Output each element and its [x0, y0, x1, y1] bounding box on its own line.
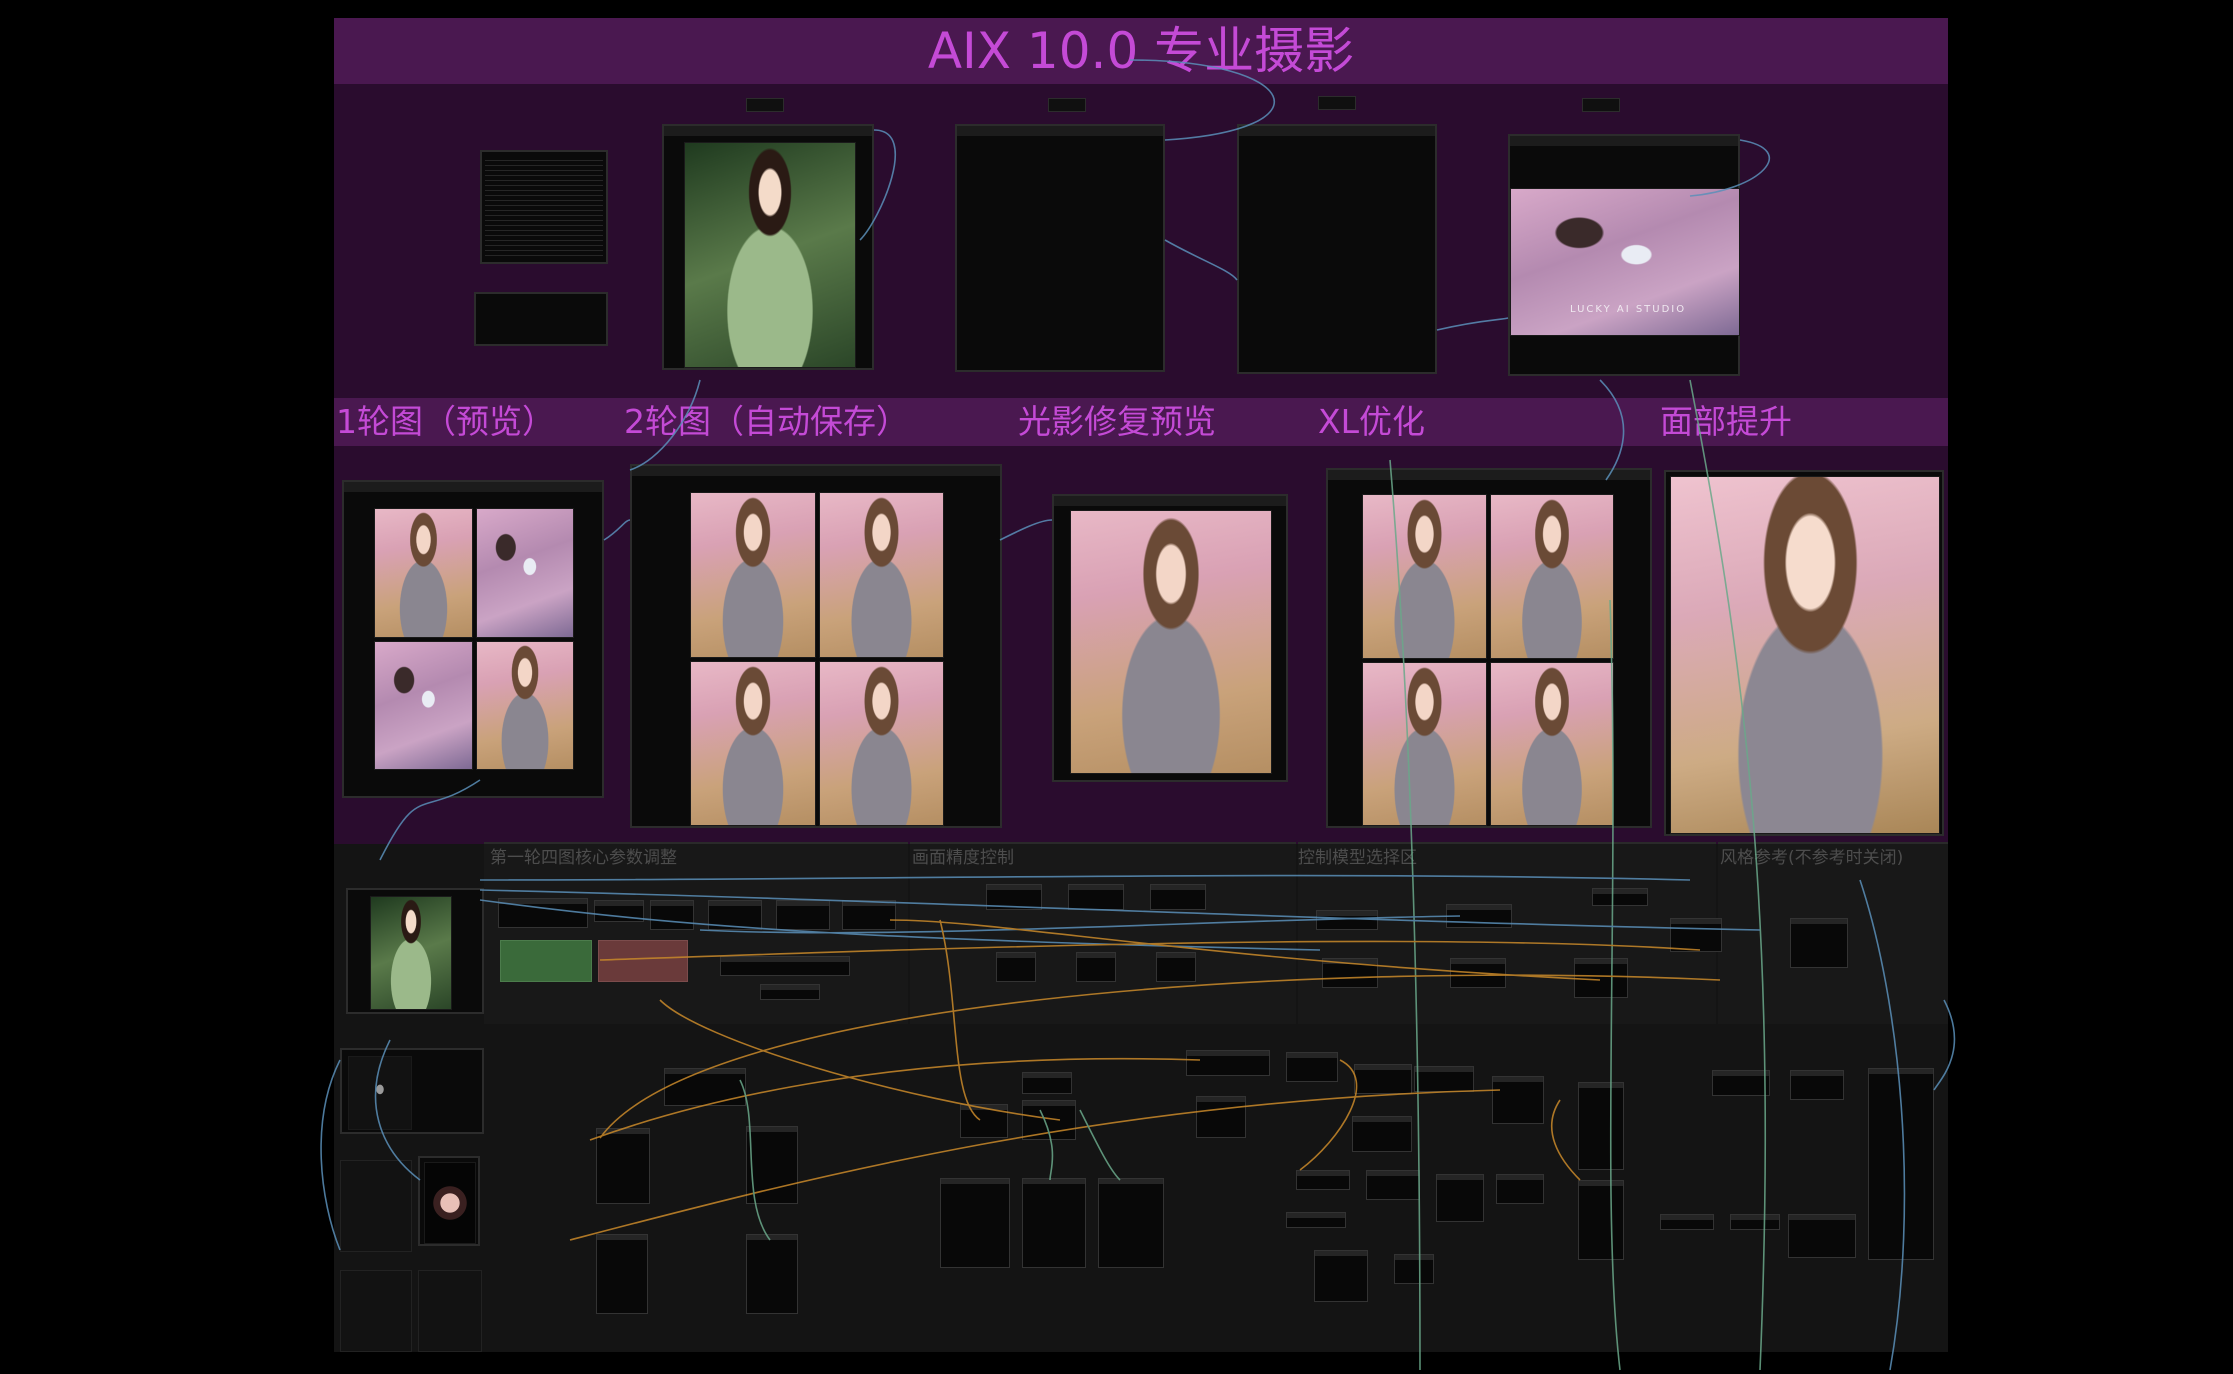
wire — [569, 1089, 1501, 1241]
wire — [1164, 239, 1238, 281]
wire — [379, 779, 481, 861]
connection-wires — [320, 59, 1956, 1371]
wire — [889, 919, 1601, 981]
wire — [1609, 599, 1621, 1371]
wire — [1689, 139, 1771, 197]
wire — [1550, 1099, 1581, 1181]
wire — [859, 129, 897, 241]
wire — [479, 874, 1691, 881]
wire — [374, 1039, 421, 1181]
wire — [1436, 317, 1509, 331]
wire — [1039, 1109, 1054, 1181]
wire — [1689, 379, 1767, 1371]
wire — [939, 919, 981, 1121]
wire — [1599, 379, 1625, 481]
wire — [479, 889, 1761, 931]
wire — [699, 915, 1461, 934]
wire — [603, 519, 631, 541]
wire — [589, 1057, 1201, 1141]
wire — [1389, 459, 1421, 1371]
wire — [599, 974, 1721, 1139]
wire — [1129, 59, 1275, 141]
wire — [739, 1079, 771, 1241]
wire — [1299, 1059, 1358, 1171]
wire — [320, 1059, 341, 1251]
wire — [629, 379, 701, 471]
wire — [1933, 999, 1956, 1091]
wire — [1859, 879, 1906, 1371]
wire — [1079, 1109, 1121, 1181]
wire — [999, 519, 1053, 541]
wire — [599, 940, 1701, 961]
